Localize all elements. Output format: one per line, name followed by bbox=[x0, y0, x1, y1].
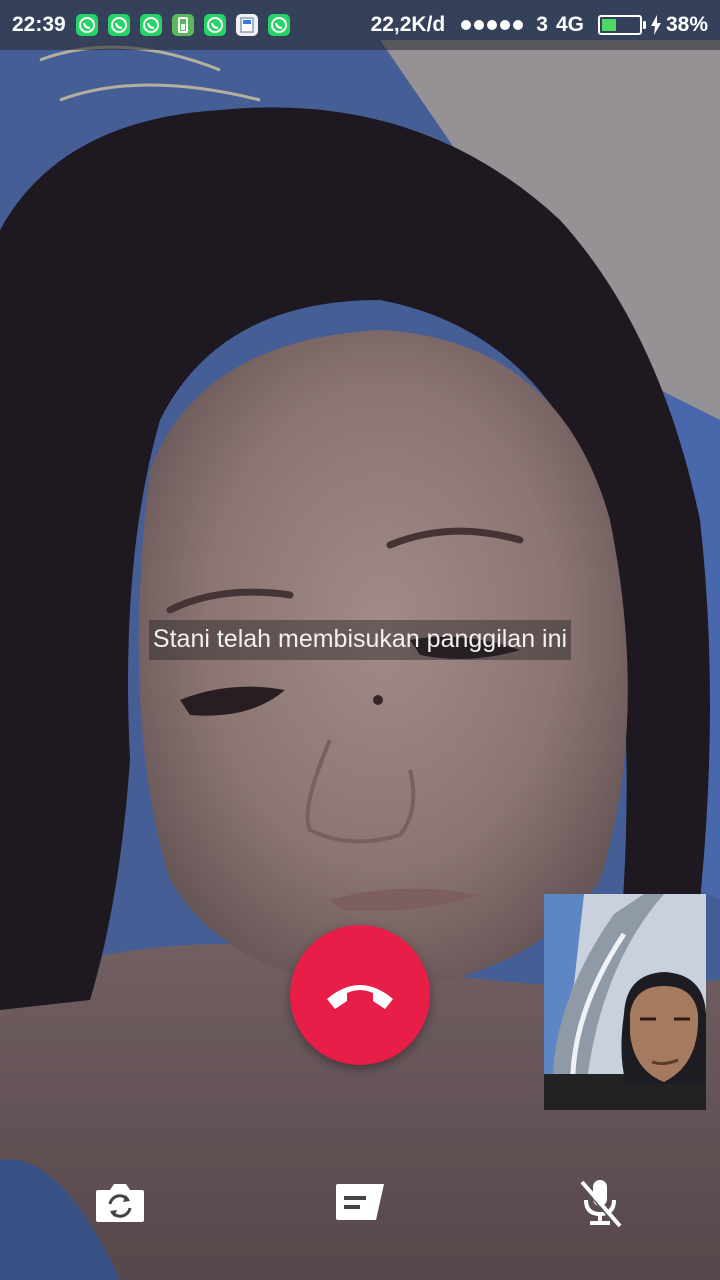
muted-banner: Stani telah membisukan panggilan ini bbox=[0, 620, 720, 660]
whatsapp-icon bbox=[267, 14, 290, 36]
charging-icon bbox=[650, 15, 662, 35]
flip-camera-button[interactable] bbox=[88, 1170, 152, 1234]
battery-percent: 38% bbox=[665, 13, 708, 36]
network-speed: 22,2K/d bbox=[370, 13, 446, 36]
sim-label: 3 bbox=[536, 13, 548, 36]
network-type: 4G bbox=[555, 13, 584, 36]
message-button[interactable] bbox=[328, 1170, 392, 1234]
whatsapp-icon bbox=[107, 14, 130, 36]
status-bar-right: 22,2K/d 3 4G 38% bbox=[371, 13, 708, 37]
battery-saver-icon bbox=[171, 14, 194, 36]
message-icon bbox=[336, 1184, 384, 1220]
self-video-preview[interactable] bbox=[544, 894, 706, 1110]
muted-notice-text: Stani telah membisukan panggilan ini bbox=[148, 620, 572, 660]
signal-strength-icon bbox=[461, 20, 526, 30]
status-time: 22:39 bbox=[12, 13, 66, 36]
call-control-bar bbox=[0, 1170, 720, 1234]
whatsapp-icon bbox=[75, 14, 98, 36]
phone-hangup-icon bbox=[327, 985, 393, 1009]
end-call-button[interactable] bbox=[290, 925, 430, 1065]
battery-icon bbox=[597, 15, 646, 35]
status-bar: 22:39 22,2K/d 3 4G 38% bbox=[0, 0, 720, 50]
camera-switch-icon bbox=[96, 1184, 144, 1222]
whatsapp-icon bbox=[203, 14, 226, 36]
whatsapp-icon bbox=[139, 14, 162, 36]
mic-off-icon bbox=[579, 1180, 622, 1229]
mute-button[interactable] bbox=[568, 1170, 632, 1234]
app-update-icon bbox=[235, 14, 258, 36]
status-bar-left: 22:39 bbox=[12, 13, 300, 37]
